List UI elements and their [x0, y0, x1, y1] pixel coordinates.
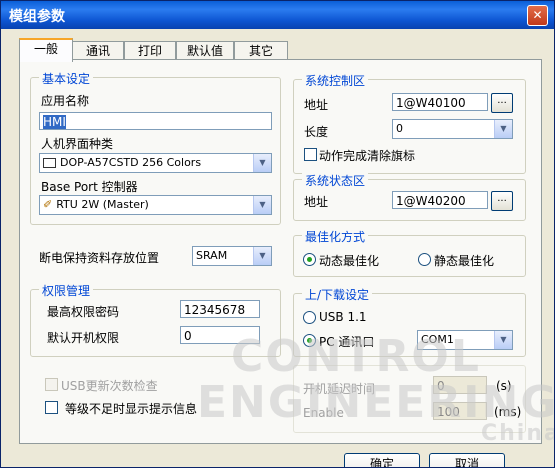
- group-title: 系统控制区: [302, 72, 369, 89]
- dynamic-optimize-label: 动态最佳化: [319, 254, 380, 268]
- usb-radio[interactable]: [303, 311, 316, 324]
- password-label: 最高权限密码: [47, 305, 120, 319]
- group-title: 最佳化方式: [302, 228, 369, 245]
- control-address-input[interactable]: 1@W40100: [392, 93, 488, 111]
- clear-flag-checkbox[interactable]: [304, 148, 317, 161]
- app-name-label: 应用名称: [41, 94, 90, 108]
- control-address-browse-button[interactable]: ...: [491, 93, 513, 113]
- power-retention-label: 断电保持资料存放位置: [39, 251, 160, 265]
- com-port-value: COM1: [421, 333, 454, 346]
- show-warning-checkbox[interactable]: [45, 401, 58, 414]
- startup-delay-label: 开机延迟时间: [303, 382, 376, 396]
- ok-button[interactable]: 确定: [344, 453, 420, 467]
- status-address-browse-button[interactable]: ...: [491, 191, 513, 211]
- clear-flag-label: 动作完成清除旗标: [319, 149, 416, 163]
- plug-icon: ✐: [43, 198, 53, 211]
- password-input[interactable]: 12345678: [180, 300, 260, 318]
- tab-general[interactable]: 一般: [19, 38, 73, 62]
- control-length-label: 长度: [304, 125, 329, 139]
- show-warning-label: 等级不足时显示提示信息: [65, 402, 198, 416]
- control-length-value: 0: [396, 122, 403, 135]
- static-optimize-label: 静态最佳化: [434, 254, 495, 268]
- group-title: 权限管理: [39, 282, 94, 299]
- usb-update-check-checkbox[interactable]: [45, 378, 58, 391]
- com-port-select[interactable]: COM1 ▼: [417, 330, 513, 350]
- hmi-type-value: DOP-A57CSTD 256 Colors: [60, 156, 202, 169]
- group-title: 基本设定: [39, 70, 94, 87]
- tab-default-values[interactable]: 默认值: [176, 41, 234, 60]
- pc-port-radio[interactable]: [303, 334, 316, 347]
- title-bar[interactable]: 模组参数 ✕: [1, 1, 554, 29]
- tab-other[interactable]: 其它: [234, 41, 288, 60]
- static-optimize-radio[interactable]: [418, 253, 431, 266]
- base-port-label: Base Port 控制器: [41, 180, 138, 194]
- pc-port-label: PC 通讯口: [319, 335, 375, 349]
- startup-group: [293, 365, 526, 433]
- tab-print[interactable]: 打印: [124, 41, 176, 60]
- enable-input[interactable]: 100: [433, 402, 487, 420]
- power-retention-select[interactable]: SRAM ▼: [192, 246, 272, 266]
- chevron-down-icon[interactable]: ▼: [494, 120, 512, 138]
- startup-delay-unit: (s): [496, 379, 512, 393]
- dialog-window: 模组参数 ✕ 一般 通讯 打印 默认值 其它 基本设定 应用名称 HMI 人机界…: [0, 0, 555, 468]
- control-length-select[interactable]: 0 ▼: [392, 119, 513, 139]
- app-name-input[interactable]: HMI: [39, 112, 272, 130]
- startup-delay-input[interactable]: 0: [433, 376, 487, 394]
- chevron-down-icon[interactable]: ▼: [253, 247, 271, 265]
- cancel-button[interactable]: 取消: [429, 453, 505, 467]
- hmi-type-select[interactable]: DOP-A57CSTD 256 Colors ▼: [39, 153, 272, 173]
- base-port-select[interactable]: ✐ RTU 2W (Master) ▼: [39, 195, 272, 215]
- power-retention-value: SRAM: [196, 249, 228, 262]
- monitor-icon: [43, 158, 56, 168]
- hmi-type-label: 人机界面种类: [41, 137, 114, 151]
- chevron-down-icon[interactable]: ▼: [253, 196, 271, 214]
- status-address-input[interactable]: 1@W40200: [392, 191, 488, 209]
- default-level-label: 默认开机权限: [47, 331, 120, 345]
- chevron-down-icon[interactable]: ▼: [253, 154, 271, 172]
- close-button[interactable]: ✕: [527, 5, 548, 26]
- enable-unit: (ms): [494, 405, 522, 419]
- default-level-input[interactable]: 0: [180, 326, 260, 344]
- window-title: 模组参数: [9, 9, 65, 25]
- app-name-value: HMI: [43, 115, 66, 129]
- base-port-value: RTU 2W (Master): [56, 198, 149, 211]
- enable-label: Enable: [303, 406, 344, 420]
- usb-update-check-label: USB更新次数检查: [61, 379, 158, 393]
- status-address-label: 地址: [304, 195, 329, 209]
- usb-label: USB 1.1: [319, 310, 367, 324]
- control-address-label: 地址: [304, 98, 329, 112]
- chevron-down-icon[interactable]: ▼: [494, 331, 512, 349]
- tab-communication[interactable]: 通讯: [72, 41, 124, 60]
- dynamic-optimize-radio[interactable]: [303, 253, 316, 266]
- group-title: 上/下载设定: [302, 286, 373, 303]
- group-title: 系统状态区: [302, 172, 369, 189]
